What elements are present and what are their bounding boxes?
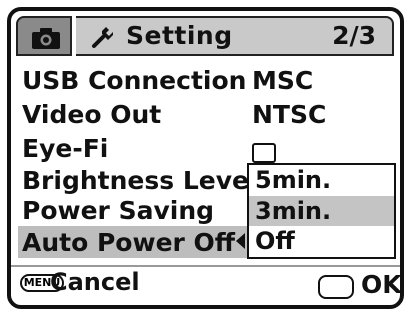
video-out-value: NTSC [252,100,327,129]
dropdown-option-5min[interactable]: 5min. [249,165,394,195]
wrench-icon [92,27,113,48]
cancel-label[interactable]: Cancel [50,268,140,296]
ok-label[interactable]: OK [361,270,402,299]
auto-power-off-dropdown[interactable]: 5min. 3min. Off [247,163,396,259]
dropdown-option-3min[interactable]: 3min. [249,196,394,226]
menu-item-power-saving[interactable]: Power Saving [22,196,214,226]
menu-item-video-out[interactable]: Video Out [22,100,161,130]
tab-camera[interactable] [16,16,72,56]
camera-settings-screen: Setting 2/3 USB Connection MSC Video Out… [0,0,412,315]
page-indicator: 2/3 [332,21,376,50]
footer-divider [11,265,400,267]
ok-key-button[interactable] [318,275,354,299]
menu-item-auto-power-off[interactable]: Auto Power Off [22,228,235,258]
tab-setting[interactable]: Setting 2/3 [76,16,394,56]
usb-connection-value: MSC [252,66,314,95]
menu-item-eye-fi[interactable]: Eye-Fi [22,134,108,164]
menu-item-usb-connection[interactable]: USB Connection [22,66,246,96]
dropdown-option-off[interactable]: Off [249,226,394,256]
checkbox-icon[interactable] [252,143,276,163]
camera-icon [32,28,60,49]
menu-header: Setting 2/3 [16,16,394,56]
left-arrow-icon [236,233,245,249]
tab-setting-label: Setting [126,21,233,50]
menu-item-brightness-level[interactable]: Brightness Level [22,166,258,196]
